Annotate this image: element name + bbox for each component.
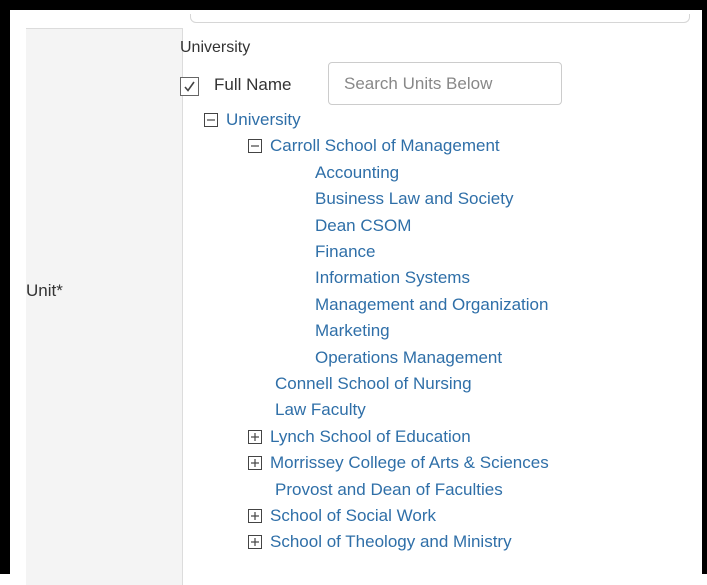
tree-node-label[interactable]: Business Law and Society [315, 189, 513, 209]
tree-node-label[interactable]: Finance [315, 242, 375, 262]
tree-node-label[interactable]: Carroll School of Management [270, 136, 500, 156]
tree-node-label[interactable]: Connell School of Nursing [275, 374, 472, 394]
tree-node-label[interactable]: Lynch School of Education [270, 427, 471, 447]
tree-node-label[interactable]: Provost and Dean of Faculties [275, 480, 503, 500]
unit-field-frame: Unit* University Full Name University Car… [0, 0, 707, 585]
tree-node-provost: Provost and Dean of Faculties [275, 479, 503, 501]
tree-node-label[interactable]: Accounting [315, 163, 399, 183]
expand-icon[interactable] [248, 456, 262, 471]
tree-node-social-work: School of Social Work [248, 505, 436, 527]
tree-node-label[interactable]: Operations Management [315, 348, 502, 368]
collapse-icon[interactable] [248, 139, 262, 154]
tree-node-dean-csom: Dean CSOM [315, 215, 411, 237]
tree-node-mgmt-org: Management and Organization [315, 294, 548, 316]
tree-node-operations: Operations Management [315, 347, 502, 369]
tree-node-info-systems: Information Systems [315, 267, 470, 289]
tree-node-lynch: Lynch School of Education [248, 426, 471, 448]
tree-node-label[interactable]: Marketing [315, 321, 390, 341]
tree-node-marketing: Marketing [315, 320, 390, 342]
collapse-icon[interactable] [204, 113, 218, 127]
selected-unit-value: University [180, 39, 251, 56]
tree-node-finance: Finance [315, 241, 375, 263]
field-label-column [26, 28, 183, 585]
checkmark-icon [184, 81, 195, 92]
previous-input[interactable] [190, 14, 690, 23]
tree-node-carroll: Carroll School of Management [248, 135, 500, 157]
tree-node-law: Law Faculty [275, 399, 366, 421]
expand-icon[interactable] [248, 535, 262, 550]
full-name-checkbox[interactable] [180, 77, 199, 96]
tree-node-theology: School of Theology and Ministry [248, 531, 512, 553]
tree-node-morrissey: Morrissey College of Arts & Sciences [248, 452, 549, 474]
tree-node-label[interactable]: School of Social Work [270, 506, 436, 526]
tree-node-label[interactable]: Information Systems [315, 268, 470, 288]
tree-node-accounting: Accounting [315, 162, 399, 184]
unit-search-input[interactable] [328, 62, 562, 105]
tree-node-connell: Connell School of Nursing [275, 373, 472, 395]
tree-node-label[interactable]: School of Theology and Ministry [270, 532, 512, 552]
tree-node-label[interactable]: Dean CSOM [315, 216, 411, 236]
tree-node-label[interactable]: Morrissey College of Arts & Sciences [270, 453, 549, 473]
tree-node-university: University [204, 109, 301, 131]
unit-field-label: Unit* [26, 281, 63, 300]
tree-node-business-law: Business Law and Society [315, 188, 513, 210]
tree-node-label[interactable]: Law Faculty [275, 400, 366, 420]
tree-node-label[interactable]: University [226, 110, 301, 130]
expand-icon[interactable] [248, 429, 262, 444]
tree-node-label[interactable]: Management and Organization [315, 295, 548, 315]
expand-icon[interactable] [248, 509, 262, 523]
full-name-label: Full Name [214, 75, 292, 94]
